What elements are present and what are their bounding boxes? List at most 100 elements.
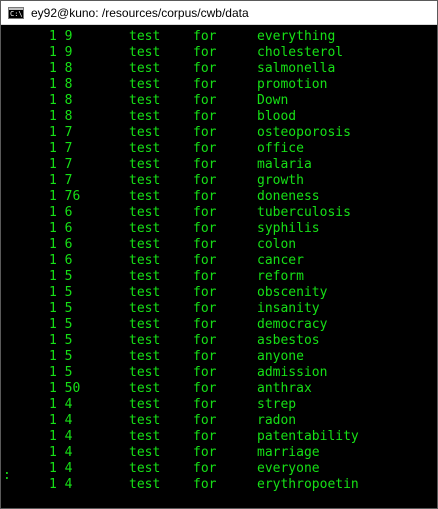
line-for: for	[193, 253, 217, 268]
output-line: 1 7 test for malaria	[1, 157, 437, 173]
line-count: 1 5	[49, 333, 73, 348]
line-count: 1 5	[49, 269, 73, 284]
line-count: 1 6	[49, 253, 73, 268]
line-test: test	[129, 461, 161, 476]
line-word: marriage	[257, 445, 320, 460]
line-count: 1 5	[49, 349, 73, 364]
line-test: test	[129, 29, 161, 44]
line-count: 1 7	[49, 141, 73, 156]
line-test: test	[129, 317, 161, 332]
title-bar[interactable]: C:\ ey92@kuno: /resources/corpus/cwb/dat…	[1, 1, 437, 25]
line-word: reform	[257, 269, 304, 284]
line-word: office	[257, 141, 304, 156]
output-line: 1 4 test for everyone	[1, 461, 437, 477]
line-count: 1 6	[49, 237, 73, 252]
line-count: 1 8	[49, 61, 73, 76]
line-word: strep	[257, 397, 297, 412]
line-word: admission	[257, 365, 328, 380]
line-test: test	[129, 333, 161, 348]
line-word: obscenity	[257, 285, 328, 300]
line-word: everyone	[257, 461, 320, 476]
line-word: democracy	[257, 317, 328, 332]
line-test: test	[129, 413, 161, 428]
terminal-window: C:\ ey92@kuno: /resources/corpus/cwb/dat…	[0, 0, 438, 509]
line-word: growth	[257, 173, 304, 188]
line-word: patentability	[257, 429, 359, 444]
line-for: for	[193, 45, 217, 60]
output-line: 1 8 test for salmonella	[1, 61, 437, 77]
line-count: 1 4	[49, 461, 73, 476]
line-count: 1 6	[49, 221, 73, 236]
line-for: for	[193, 413, 217, 428]
output-line: 1 8 test for promotion	[1, 77, 437, 93]
line-word: anthrax	[257, 381, 312, 396]
line-for: for	[193, 205, 217, 220]
line-for: for	[193, 157, 217, 172]
line-for: for	[193, 349, 217, 364]
console-icon-label: C:\	[10, 9, 23, 18]
terminal-prompt[interactable]: :	[3, 468, 11, 484]
line-test: test	[129, 221, 161, 236]
output-line: 1 5 test for asbestos	[1, 333, 437, 349]
line-count: 1 5	[49, 285, 73, 300]
output-line: 1 4 test for radon	[1, 413, 437, 429]
line-count: 1 4	[49, 429, 73, 444]
output-line: 1 5 test for obscenity	[1, 285, 437, 301]
line-test: test	[129, 141, 161, 156]
line-test: test	[129, 301, 161, 316]
line-for: for	[193, 477, 217, 492]
line-count: 1 7	[49, 125, 73, 140]
line-for: for	[193, 397, 217, 412]
line-test: test	[129, 205, 161, 220]
line-count: 1 5	[49, 317, 73, 332]
line-count: 1 9	[49, 45, 73, 60]
console-app-icon[interactable]: C:\	[8, 6, 24, 19]
line-for: for	[193, 173, 217, 188]
line-for: for	[193, 461, 217, 476]
line-word: everything	[257, 29, 336, 44]
line-count: 1 8	[49, 109, 73, 124]
line-count: 1 76	[49, 189, 81, 204]
terminal-output[interactable]: 1 9 test for everything 1 9 test for cholestero…	[1, 29, 437, 507]
line-for: for	[193, 93, 217, 108]
line-test: test	[129, 269, 161, 284]
line-for: for	[193, 317, 217, 332]
line-word: anyone	[257, 349, 304, 364]
line-word: asbestos	[257, 333, 320, 348]
output-line: 1 50 test for anthrax	[1, 381, 437, 397]
line-count: 1 7	[49, 157, 73, 172]
output-line: 1 5 test for democracy	[1, 317, 437, 333]
line-for: for	[193, 221, 217, 236]
line-test: test	[129, 125, 161, 140]
line-word: promotion	[257, 77, 328, 92]
output-line: 1 5 test for reform	[1, 269, 437, 285]
line-word: osteoporosis	[257, 125, 351, 140]
output-line: 1 76 test for doneness	[1, 189, 437, 205]
line-for: for	[193, 77, 217, 92]
line-count: 1 4	[49, 413, 73, 428]
output-line: 1 7 test for osteoporosis	[1, 125, 437, 141]
line-for: for	[193, 301, 217, 316]
line-for: for	[193, 381, 217, 396]
line-for: for	[193, 237, 217, 252]
line-count: 1 5	[49, 301, 73, 316]
line-count: 1 7	[49, 173, 73, 188]
line-word: erythropoetin	[257, 477, 359, 492]
output-line: 1 6 test for colon	[1, 237, 437, 253]
line-test: test	[129, 285, 161, 300]
line-word: Down	[257, 93, 289, 108]
line-word: cholesterol	[257, 45, 344, 60]
output-line: 1 5 test for admission	[1, 365, 437, 381]
line-count: 1 6	[49, 205, 73, 220]
line-for: for	[193, 125, 217, 140]
line-word: salmonella	[257, 61, 336, 76]
output-line: 1 4 test for patentability	[1, 429, 437, 445]
output-line: 1 4 test for strep	[1, 397, 437, 413]
line-count: 1 4	[49, 397, 73, 412]
output-line: 1 6 test for syphilis	[1, 221, 437, 237]
output-line: 1 8 test for blood	[1, 109, 437, 125]
output-line: 1 4 test for marriage	[1, 445, 437, 461]
output-line: 1 8 test for Down	[1, 93, 437, 109]
line-word: cancer	[257, 253, 304, 268]
line-for: for	[193, 109, 217, 124]
